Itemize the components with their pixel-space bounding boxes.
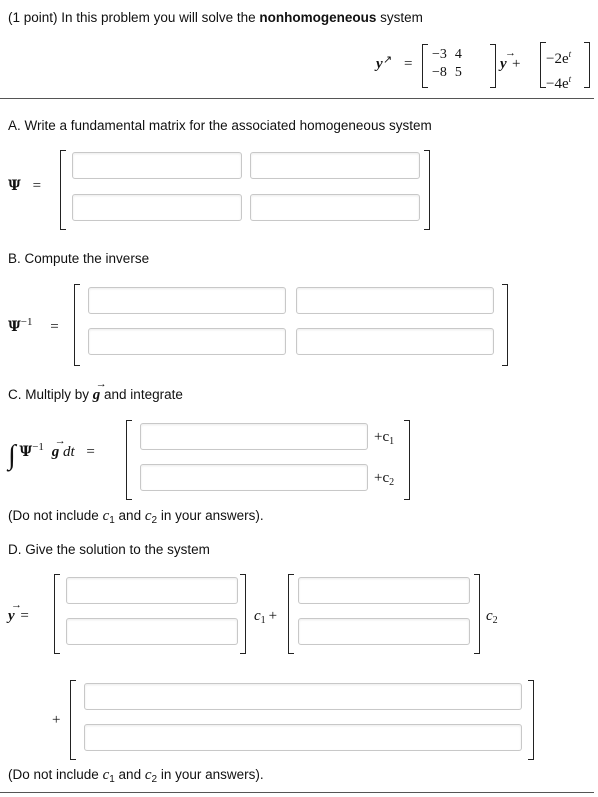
part-d-note: (Do not include c1 and c2 in your answer… (8, 767, 264, 785)
c1-text: +c (374, 429, 390, 445)
vector-g-coef: −2e (546, 51, 569, 67)
matrix-a-cell: −3 (432, 47, 447, 62)
vector-g-exp: t (568, 74, 572, 84)
psi-21-input[interactable] (72, 194, 242, 221)
matrix-a-right-bracket (490, 44, 496, 88)
inverse-exponent: −1 (20, 316, 33, 328)
psi-11-input[interactable] (72, 152, 242, 179)
part-c-label-suffix: and integrate (100, 387, 183, 402)
solution-1-1-input[interactable] (66, 577, 238, 604)
integral-2-input[interactable] (140, 464, 368, 491)
c2-term: c2 (486, 608, 498, 626)
psi-inv-11-input[interactable] (88, 287, 286, 314)
solution-2-2-input[interactable] (298, 618, 470, 645)
solution-1-2-input[interactable] (66, 618, 238, 645)
note-c2: c (144, 767, 152, 783)
c2-constant: +c2 (374, 470, 394, 488)
psi-symbol: Ψ (8, 319, 21, 335)
g-vector: g → (92, 378, 107, 403)
y-symbol: y (376, 56, 383, 72)
y-vector: y → (500, 47, 516, 72)
vector-left-bracket (126, 420, 132, 500)
vector-3-right-bracket (528, 680, 534, 760)
vector-g: −2et −4et (546, 44, 571, 94)
c1-sub: 1 (260, 615, 266, 626)
c2-sub: 2 (492, 615, 498, 626)
plus-sign: + (52, 712, 61, 728)
equals-sign: = (404, 56, 413, 72)
psi-12-input[interactable] (250, 152, 420, 179)
psi-symbol: Ψ (19, 444, 33, 460)
vector-g-right-bracket (584, 42, 590, 88)
part-a-lhs: Ψ = (8, 178, 41, 195)
c1-constant: +c1 (374, 429, 394, 447)
particular-1-input[interactable] (84, 683, 522, 710)
note-and: and (114, 767, 145, 782)
intro-bold: nonhomogeneous (259, 10, 377, 25)
vector-1-right-bracket (240, 574, 246, 654)
part-a-label: A. Write a fundamental matrix for the as… (8, 118, 432, 133)
divider (0, 792, 594, 793)
matrix-left-bracket (74, 284, 80, 366)
plus-sign: + (268, 608, 278, 624)
part-d-lhs: y → = (8, 599, 29, 625)
y-vector: y → (8, 599, 22, 624)
y-prime-vector: y ↗ (376, 54, 393, 72)
note-suffix: in your answers). (157, 508, 264, 523)
matrix-left-bracket (60, 150, 66, 230)
vector-2-left-bracket (288, 574, 294, 654)
problem-intro: (1 point) In this problem you will solve… (8, 10, 423, 25)
vector-2-right-bracket (474, 574, 480, 654)
vector-1-left-bracket (54, 574, 60, 654)
intro-prefix: (1 point) In this problem you will solve… (8, 10, 260, 25)
part-d-label: D. Give the solution to the system (8, 542, 210, 557)
divider (0, 98, 594, 99)
c2-subscript: 2 (389, 477, 395, 488)
c2-symbol: c (486, 608, 493, 624)
psi-symbol: Ψ (8, 178, 21, 194)
integral-1-input[interactable] (140, 423, 368, 450)
vector-g-entry: −2et (546, 44, 571, 69)
integral-sign: ∫ (8, 440, 16, 471)
matrix-a: −3 4 −8 5 (428, 46, 466, 82)
matrix-a-cell: −8 (432, 65, 447, 80)
vector-g-coef: −4e (546, 76, 569, 92)
vector-g-exp: t (568, 49, 572, 59)
note-c2: c (144, 508, 152, 524)
part-c-label-prefix: C. Multiply by (8, 387, 93, 402)
particular-2-input[interactable] (84, 724, 522, 751)
vector-3-left-bracket (70, 680, 76, 760)
intro-suffix: system (376, 10, 423, 25)
psi-22-input[interactable] (250, 194, 420, 221)
c1-symbol: c (254, 608, 261, 624)
part-c-label: C. Multiply by g → and integrate (8, 378, 183, 404)
equals-sign: = (50, 319, 59, 335)
note-suffix: in your answers). (157, 767, 264, 782)
c1-term: c1 + (254, 608, 277, 626)
g-vector: g → (51, 435, 66, 460)
part-c-note: (Do not include c1 and c2 in your answer… (8, 508, 264, 526)
vector-right-bracket (404, 420, 410, 500)
vector-g-entry: −4et (546, 69, 571, 94)
c2-text: +c (374, 470, 390, 486)
equals-sign: = (32, 178, 42, 194)
plus-sign: + (512, 56, 521, 72)
c1-subscript: 1 (389, 436, 395, 447)
part-b-label: B. Compute the inverse (8, 251, 150, 266)
note-prefix: (Do not include (8, 767, 103, 782)
matrix-a-cell: 5 (454, 65, 462, 80)
psi-inv-21-input[interactable] (88, 328, 286, 355)
integral-expression: ∫ Ψ−1 g → dt = (8, 435, 95, 472)
psi-inv-22-input[interactable] (296, 328, 494, 355)
note-and: and (114, 508, 145, 523)
equals-sign: = (86, 444, 95, 460)
matrix-right-bracket (424, 150, 430, 230)
note-prefix: (Do not include (8, 508, 103, 523)
inverse-exponent: −1 (32, 441, 44, 453)
matrix-a-cell: 4 (454, 47, 462, 62)
matrix-right-bracket (502, 284, 508, 366)
part-b-lhs: Ψ−1 = (8, 316, 59, 336)
psi-inv-12-input[interactable] (296, 287, 494, 314)
solution-2-1-input[interactable] (298, 577, 470, 604)
